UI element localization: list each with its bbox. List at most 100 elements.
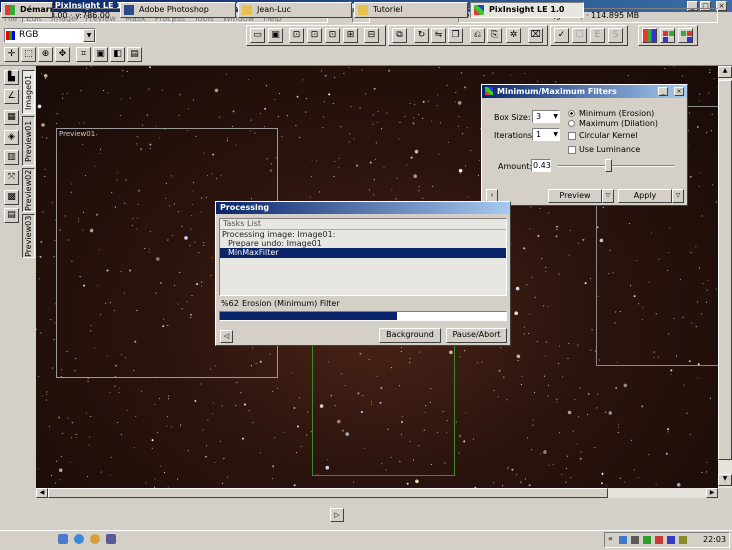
tab-image01[interactable]: Image01 bbox=[22, 70, 35, 114]
preview-dropdown-icon[interactable]: ▽ bbox=[602, 189, 614, 203]
star bbox=[388, 69, 391, 72]
chevron-down-icon[interactable]: ▼ bbox=[553, 111, 558, 122]
colorspace-select[interactable]: RGB ▼ bbox=[4, 28, 96, 43]
document-tool-icon[interactable]: ▤ bbox=[127, 47, 142, 62]
box-size-select[interactable]: 3 ▼ bbox=[532, 110, 560, 123]
vertical-scroll-thumb[interactable] bbox=[718, 80, 732, 460]
color-icon[interactable]: ◈ bbox=[4, 130, 19, 145]
play-icon[interactable]: ▷ bbox=[330, 508, 344, 522]
mask-select-icon[interactable]: S bbox=[608, 28, 623, 43]
redo-icon[interactable]: ⎘ bbox=[487, 28, 502, 43]
history-icon[interactable]: ⎌ bbox=[470, 28, 485, 43]
zoom-1-4-icon[interactable]: ⊡ bbox=[325, 28, 340, 43]
statistics-icon[interactable]: ▦ bbox=[4, 110, 19, 125]
scroll-left-icon[interactable]: ◀ bbox=[36, 488, 48, 498]
media-icon[interactable] bbox=[90, 534, 100, 544]
ie-icon[interactable] bbox=[74, 534, 84, 544]
task-adobe-photoshop[interactable]: Adobe Photoshop bbox=[120, 2, 236, 18]
chevron-down-icon[interactable]: ▼ bbox=[83, 29, 95, 42]
minmax-dialog-title-bar[interactable]: Minimum/Maximum Filters bbox=[482, 85, 687, 98]
task-tutoriel[interactable]: Tutoriel bbox=[354, 2, 468, 18]
star bbox=[276, 387, 278, 389]
curves-icon[interactable]: ∠ bbox=[4, 89, 19, 104]
zoom-1-1-icon[interactable]: ⊡ bbox=[289, 28, 304, 43]
tab-preview01[interactable]: Preview01 bbox=[22, 116, 35, 166]
tray-update-icon[interactable] bbox=[679, 536, 687, 544]
quicklaunch-icon[interactable] bbox=[106, 534, 116, 544]
pan-tool-icon[interactable]: ✥ bbox=[55, 47, 70, 62]
apply-button[interactable]: Apply bbox=[618, 189, 672, 203]
zoom-tool-icon[interactable]: ⊕ bbox=[38, 47, 53, 62]
task-pixinsight[interactable]: PixInsight LE 1.0 bbox=[470, 2, 584, 18]
mask-enable-icon[interactable]: ✓ bbox=[554, 28, 569, 43]
apply-dropdown-icon[interactable]: ▽ bbox=[672, 189, 684, 203]
task-jean-luc[interactable]: Jean-Luc bbox=[238, 2, 352, 18]
mask-tool-icon[interactable]: ◧ bbox=[110, 47, 125, 62]
crop-tool-icon[interactable]: ⌗ bbox=[76, 47, 91, 62]
collapse-arrow-icon[interactable]: ◁ bbox=[220, 330, 233, 343]
tray-security-icon[interactable] bbox=[643, 536, 651, 544]
horizontal-scroll-thumb[interactable] bbox=[48, 488, 608, 498]
rotate-icon[interactable]: ↻ bbox=[414, 28, 429, 43]
scroll-down-icon[interactable]: ▼ bbox=[718, 474, 732, 486]
histogram-icon[interactable]: ▙ bbox=[4, 70, 19, 85]
process-icon[interactable]: ⌧ bbox=[528, 28, 543, 43]
start-button[interactable]: Démarrer bbox=[1, 2, 53, 18]
crosshair-tool-icon[interactable]: ✛ bbox=[4, 47, 19, 62]
preview-button[interactable]: Preview bbox=[548, 189, 602, 203]
rgb-channels-icon[interactable] bbox=[642, 28, 657, 43]
desktop-icon[interactable] bbox=[58, 534, 68, 544]
preview-tool-icon[interactable]: ▣ bbox=[93, 47, 108, 62]
circular-kernel-checkbox[interactable] bbox=[568, 132, 576, 140]
background-button[interactable]: Background bbox=[379, 328, 441, 343]
tray-arrow-icon[interactable]: « bbox=[608, 534, 613, 543]
amount-input[interactable]: 0.43 bbox=[531, 159, 551, 172]
use-luminance-checkbox[interactable] bbox=[568, 146, 576, 154]
zoom-window-icon[interactable]: ▣ bbox=[268, 28, 283, 43]
tray-network-icon[interactable] bbox=[619, 536, 627, 544]
tab-preview02[interactable]: Preview02 bbox=[22, 168, 35, 212]
filter-icon[interactable]: ▩ bbox=[4, 190, 19, 205]
mask-show-icon[interactable]: ☐ bbox=[572, 28, 587, 43]
amount-slider-track[interactable] bbox=[558, 165, 674, 167]
channel-split-icon[interactable] bbox=[660, 28, 675, 43]
scroll-right-icon[interactable]: ▶ bbox=[706, 488, 718, 498]
tab-preview03[interactable]: Preview03 bbox=[22, 214, 35, 258]
star bbox=[272, 391, 274, 393]
vertical-scrollbar[interactable]: ▲ ▼ bbox=[718, 66, 732, 488]
transform-icon[interactable]: ⤧ bbox=[4, 170, 19, 185]
copy-icon[interactable]: ❐ bbox=[448, 28, 463, 43]
duplicate-icon[interactable]: ⧉ bbox=[392, 28, 407, 43]
zoom-1-2-icon[interactable]: ⊡ bbox=[307, 28, 322, 43]
star bbox=[572, 430, 574, 432]
zoom-in-icon[interactable]: ⊞ bbox=[343, 28, 358, 43]
star bbox=[222, 482, 224, 484]
horizontal-scrollbar[interactable]: ◀ ▶ bbox=[36, 488, 718, 498]
dialog-close-icon[interactable]: × bbox=[674, 87, 684, 96]
levels-icon[interactable]: ▥ bbox=[4, 150, 19, 165]
scroll-up-icon[interactable]: ▲ bbox=[718, 66, 732, 78]
star bbox=[497, 396, 499, 398]
amount-slider-thumb[interactable] bbox=[605, 159, 613, 172]
mask-invert-icon[interactable]: E bbox=[590, 28, 605, 43]
pause-abort-button[interactable]: Pause/Abort bbox=[446, 328, 507, 343]
star bbox=[62, 93, 64, 95]
preview02-frame[interactable] bbox=[312, 332, 455, 476]
tray-app-icon[interactable] bbox=[655, 536, 663, 544]
star bbox=[368, 189, 370, 191]
flip-icon[interactable]: ⇋ bbox=[431, 28, 446, 43]
zoom-out-icon[interactable]: ⊟ bbox=[364, 28, 379, 43]
select-tool-icon[interactable]: ⬚ bbox=[21, 47, 36, 62]
zoom-fit-icon[interactable]: ▭ bbox=[250, 28, 265, 43]
processing-title-bar[interactable]: Processing bbox=[216, 202, 510, 214]
chevron-down-icon[interactable]: ▼ bbox=[553, 129, 558, 140]
script-icon[interactable]: ▤ bbox=[4, 208, 19, 223]
settings-icon[interactable]: ✲ bbox=[506, 28, 521, 43]
tray-messenger-icon[interactable] bbox=[667, 536, 675, 544]
radio-minimum[interactable] bbox=[568, 110, 575, 117]
tray-volume-icon[interactable] bbox=[631, 536, 639, 544]
radio-maximum[interactable] bbox=[568, 120, 575, 127]
dialog-minimize-icon[interactable]: _ bbox=[658, 87, 668, 96]
iterations-select[interactable]: 1 ▼ bbox=[532, 128, 560, 141]
channel-combine-icon[interactable] bbox=[678, 28, 693, 43]
